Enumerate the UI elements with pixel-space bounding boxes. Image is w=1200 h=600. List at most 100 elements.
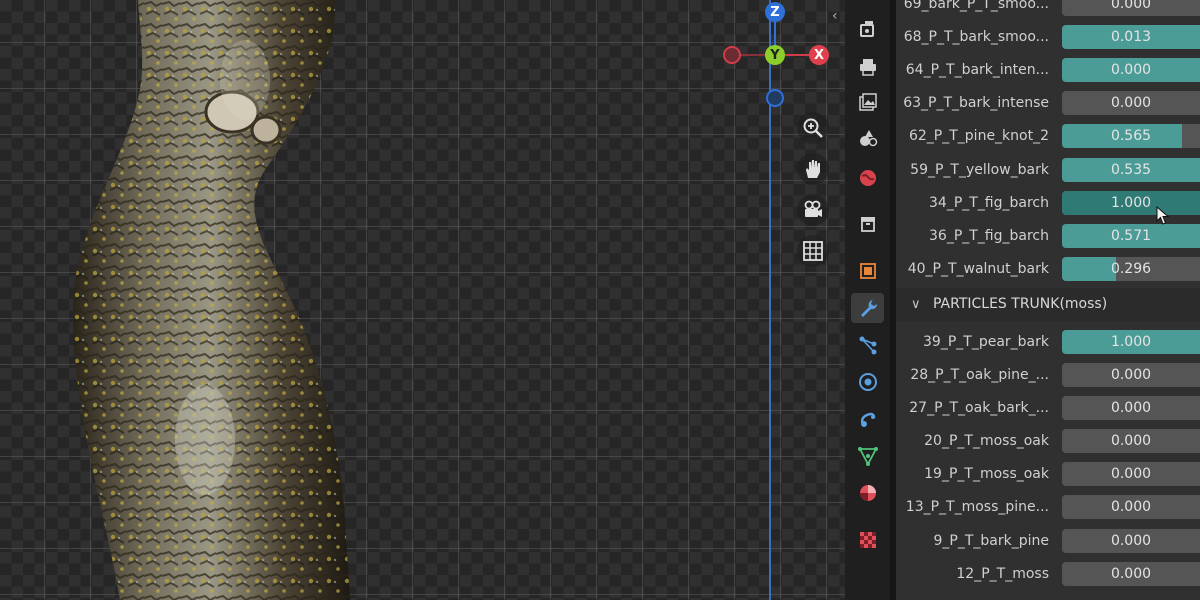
hand-pan-icon: [806, 160, 820, 178]
gizmo-y-axis[interactable]: Y: [765, 45, 785, 65]
value-slider[interactable]: 0.000: [1062, 561, 1200, 586]
property-label: 28_P_T_oak_pine_...: [910, 367, 1049, 383]
3d-viewport[interactable]: Z X Y ‹: [0, 0, 845, 600]
value-slider[interactable]: 0.000: [1062, 363, 1200, 387]
checker-icon: [859, 532, 876, 548]
property-label: 63_P_T_bark_intense: [903, 95, 1049, 112]
box-icon: [860, 217, 875, 232]
property-row: 27_P_T_oak_bark_... 0.000: [896, 392, 1200, 425]
render-icon: [859, 21, 874, 37]
zoom-icon: [803, 118, 823, 138]
physics-icon: [858, 373, 877, 391]
gizmo-neg-z-axis[interactable]: [766, 89, 784, 107]
gizmo-neg-x-line: [740, 54, 766, 56]
property-row: 19_P_T_moss_oak 0.000: [896, 458, 1200, 491]
render-tab[interactable]: [851, 14, 884, 44]
value-slider[interactable]: 0.013: [1062, 25, 1200, 50]
camera-view-button[interactable]: [797, 194, 829, 226]
slider-value: 1.000: [1110, 333, 1152, 350]
property-label: 39_P_T_pear_bark: [923, 333, 1049, 350]
chevron-left-icon[interactable]: ‹: [832, 6, 844, 26]
property-row: 39_P_T_pear_bark 1.000: [896, 326, 1200, 359]
property-label: 64_P_T_bark_inten...: [905, 62, 1049, 79]
slider-value: 0.000: [1110, 565, 1152, 582]
particles-icon: [859, 336, 876, 355]
property-row: 59_P_T_yellow_bark 0.535: [896, 154, 1200, 187]
slider-value: 0.000: [1110, 433, 1152, 450]
property-row: 62_P_T_pine_knot_2 0.565: [896, 120, 1200, 153]
pan-button[interactable]: [797, 153, 829, 185]
world-tab[interactable]: [851, 163, 884, 193]
value-slider[interactable]: 0.296: [1062, 256, 1200, 281]
mouse-cursor-icon: [1156, 206, 1170, 225]
property-row: 28_P_T_oak_pine_... 0.000: [896, 359, 1200, 392]
property-row: 20_P_T_moss_oak 0.000: [896, 425, 1200, 458]
slider-value: 0.013: [1110, 29, 1152, 46]
value-slider[interactable]: 0.571: [1062, 223, 1200, 248]
property-label: 27_P_T_oak_bark_...: [909, 400, 1049, 417]
grid-icon: [803, 241, 823, 261]
slider-value: 0.000: [1110, 95, 1152, 112]
value-slider[interactable]: 0.000: [1062, 0, 1200, 16]
slider-value: 0.000: [1110, 532, 1152, 549]
value-slider[interactable]: 0.535: [1062, 157, 1200, 182]
constraint-icon: [860, 412, 875, 427]
slider-value: 0.000: [1110, 499, 1152, 516]
camera-icon: [804, 200, 822, 217]
value-slider[interactable]: 0.000: [1062, 528, 1200, 553]
value-slider[interactable]: 0.000: [1062, 396, 1200, 421]
modifier-tab[interactable]: [851, 293, 884, 323]
value-slider[interactable]: 0.000: [1062, 91, 1200, 116]
gizmo-z-axis[interactable]: Z: [765, 2, 785, 22]
image-stack-icon: [858, 93, 877, 111]
value-slider[interactable]: 0.000: [1062, 495, 1200, 520]
chevron-down-icon: ∨: [911, 296, 921, 312]
tree-trunk-render: [73, 0, 351, 600]
properties-panel: 69_bark_P_T_smoo... 0.000 68_P_T_bark_smoo…: [896, 0, 1200, 600]
collection-tab[interactable]: [851, 209, 884, 239]
slider-value: 0.000: [1110, 367, 1152, 383]
property-row: 34_P_T_fig_barch 1.000: [896, 187, 1200, 220]
slider-value: 0.571: [1110, 227, 1152, 244]
printer-icon: [859, 59, 876, 76]
scene-tab[interactable]: [851, 123, 884, 153]
value-slider[interactable]: 0.565: [1062, 124, 1200, 149]
property-row: 12_P_T_moss 0.000: [896, 558, 1200, 591]
object-tab[interactable]: [851, 256, 884, 286]
material-tab[interactable]: [851, 478, 884, 508]
value-slider[interactable]: 0.000: [1062, 462, 1200, 487]
texture-tab[interactable]: [851, 525, 884, 555]
property-row: 36_P_T_fig_barch 0.571: [896, 220, 1200, 253]
value-slider[interactable]: 0.000: [1062, 429, 1200, 454]
physics-tab[interactable]: [851, 367, 884, 397]
property-label: 36_P_T_fig_barch: [929, 227, 1049, 244]
property-row: 68_P_T_bark_smoo... 0.013: [896, 21, 1200, 54]
mesh-data-icon: [857, 447, 878, 466]
gizmo-neg-x-axis[interactable]: [723, 46, 741, 64]
output-tab[interactable]: [851, 52, 884, 82]
gizmo-x-axis[interactable]: X: [809, 45, 829, 65]
value-slider[interactable]: 1.000: [1062, 190, 1200, 215]
particles-tab[interactable]: [851, 330, 884, 360]
wrench-icon: [860, 300, 877, 317]
slider-value: 1.000: [1110, 194, 1152, 211]
property-label: 9_P_T_bark_pine: [933, 532, 1050, 549]
gizmo-z-line: [774, 22, 776, 46]
slider-value: 0.565: [1110, 128, 1152, 145]
property-row: 40_P_T_walnut_bark 0.296: [896, 253, 1200, 286]
ortho-toggle-button[interactable]: [797, 235, 829, 267]
constraints-tab[interactable]: [851, 405, 884, 435]
data-tab[interactable]: [851, 441, 884, 471]
object-icon: [859, 263, 876, 279]
zoom-button[interactable]: [797, 112, 829, 144]
property-row: 69_bark_P_T_smoo... 0.000: [896, 0, 1200, 21]
property-row: 63_P_T_bark_intense 0.000: [896, 87, 1200, 120]
slider-value: 0.000: [1110, 400, 1152, 417]
value-slider[interactable]: 0.000: [1062, 58, 1200, 83]
property-label: 13_P_T_moss_pine...: [905, 499, 1049, 516]
property-label: 34_P_T_fig_barch: [929, 194, 1049, 211]
value-slider[interactable]: 1.000: [1062, 329, 1200, 354]
world-icon: [859, 170, 876, 186]
section-header-particles-trunk-moss[interactable]: ∨ PARTICLES TRUNK(moss): [896, 287, 1200, 321]
view-layer-tab[interactable]: [851, 87, 884, 117]
